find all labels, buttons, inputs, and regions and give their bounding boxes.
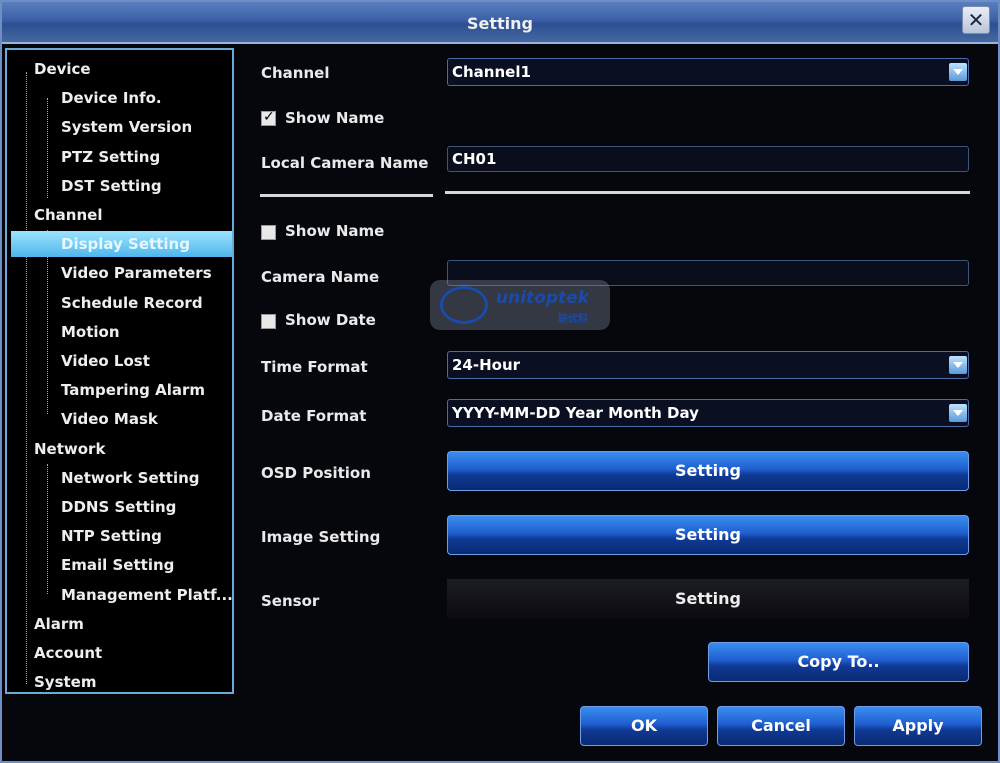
sensor-label: Sensor xyxy=(261,592,320,610)
sidebar-item-alarm[interactable]: Alarm xyxy=(34,611,84,637)
show-name-checkbox[interactable] xyxy=(261,109,276,126)
cancel-button[interactable]: Cancel xyxy=(717,706,845,746)
copy-to-button[interactable]: Copy To.. xyxy=(708,642,969,682)
time-format-select[interactable]: 24-Hour xyxy=(447,351,969,379)
time-format-value: 24-Hour xyxy=(452,356,521,374)
sidebar-item-video-mask[interactable]: Video Mask xyxy=(61,406,158,432)
sidebar-item-display-setting[interactable]: Display Setting xyxy=(11,231,232,258)
sidebar-item-video-parameters[interactable]: Video Parameters xyxy=(61,260,212,286)
divider xyxy=(260,194,433,197)
sidebar-item-motion[interactable]: Motion xyxy=(61,319,120,345)
title-bar: Setting ✕ xyxy=(2,2,998,44)
sidebar-item-channel[interactable]: Channel xyxy=(34,202,102,228)
tree-line xyxy=(47,464,48,594)
channel-label: Channel xyxy=(261,64,330,82)
sidebar-item-ddns-setting[interactable]: DDNS Setting xyxy=(61,494,176,520)
show-date-checkbox[interactable] xyxy=(261,314,276,329)
show-name-label: Show Name xyxy=(285,109,385,127)
chevron-down-icon[interactable] xyxy=(949,63,967,81)
local-camera-name-input[interactable]: CH01 xyxy=(447,146,969,172)
watermark-sub: 联优科 xyxy=(558,314,588,325)
sidebar-item-network[interactable]: Network xyxy=(34,436,105,462)
osd-position-setting-button[interactable]: Setting xyxy=(447,451,969,491)
sidebar-item-ntp-setting[interactable]: NTP Setting xyxy=(61,523,162,549)
image-setting-label: Image Setting xyxy=(261,528,381,546)
sidebar-item-email-setting[interactable]: Email Setting xyxy=(61,552,174,578)
watermark-logo: unitoptek 联优科 xyxy=(430,280,610,330)
local-camera-name-value: CH01 xyxy=(452,150,497,168)
ok-button[interactable]: OK xyxy=(580,706,708,746)
osd-position-label: OSD Position xyxy=(261,464,371,482)
chevron-down-icon[interactable] xyxy=(949,404,967,422)
close-button[interactable]: ✕ xyxy=(962,6,990,34)
sidebar-item-network-setting[interactable]: Network Setting xyxy=(61,465,200,491)
time-format-label: Time Format xyxy=(261,358,368,376)
show-name-2-label: Show Name xyxy=(285,222,385,240)
sidebar-item-system[interactable]: System xyxy=(34,669,96,695)
settings-tree: Device Device Info. System Version PTZ Sett… xyxy=(5,48,234,694)
window-title: Setting xyxy=(467,14,533,33)
sidebar-item-management-platf[interactable]: Management Platf... xyxy=(61,582,233,608)
show-name-2-checkbox[interactable] xyxy=(261,225,276,240)
sidebar-item-dst-setting[interactable]: DST Setting xyxy=(61,173,162,199)
settings-window: Setting ✕ Device Device Info. System Versi… xyxy=(0,0,1000,763)
sidebar-item-account[interactable]: Account xyxy=(34,640,102,666)
channel-select[interactable]: Channel1 xyxy=(447,58,969,86)
sidebar-item-video-lost[interactable]: Video Lost xyxy=(61,348,150,374)
brand-logo-icon xyxy=(440,286,488,324)
tree-line xyxy=(26,72,27,684)
date-format-label: Date Format xyxy=(261,407,367,425)
chevron-down-icon[interactable] xyxy=(949,356,967,374)
sidebar-item-tampering-alarm[interactable]: Tampering Alarm xyxy=(61,377,205,403)
sidebar-item-device-info[interactable]: Device Info. xyxy=(61,85,162,111)
sidebar-item-device[interactable]: Device xyxy=(34,56,91,82)
divider xyxy=(445,191,970,194)
date-format-value: YYYY-MM-DD Year Month Day xyxy=(452,404,699,422)
date-format-select[interactable]: YYYY-MM-DD Year Month Day xyxy=(447,399,969,427)
show-date-label: Show Date xyxy=(285,311,376,329)
apply-button[interactable]: Apply xyxy=(854,706,982,746)
local-camera-name-label: Local Camera Name xyxy=(261,154,429,172)
image-setting-button[interactable]: Setting xyxy=(447,515,969,555)
camera-name-label: Camera Name xyxy=(261,268,380,286)
tree-line xyxy=(47,230,48,414)
watermark-brand: unitoptek xyxy=(496,288,589,308)
sidebar-item-schedule-record[interactable]: Schedule Record xyxy=(61,290,203,316)
tree-line xyxy=(47,98,48,198)
sidebar-item-system-version[interactable]: System Version xyxy=(61,114,192,140)
sensor-setting-button[interactable]: Setting xyxy=(447,579,969,619)
channel-value: Channel1 xyxy=(452,63,531,81)
sidebar-item-ptz-setting[interactable]: PTZ Setting xyxy=(61,144,160,170)
